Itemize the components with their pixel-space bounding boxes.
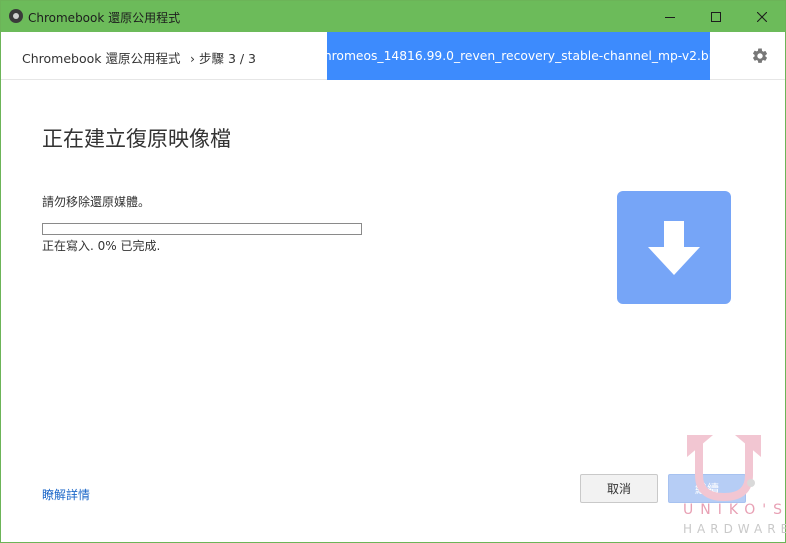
chromebook-recovery-icon bbox=[9, 9, 23, 23]
download-arrow-icon bbox=[648, 220, 700, 275]
app-window: Chromebook 還原公用程式 Chromebook 還原公用程式 › 步驟… bbox=[0, 0, 786, 543]
header-title: Chromebook 還原公用程式 bbox=[22, 51, 181, 66]
close-icon bbox=[757, 11, 767, 22]
progress-status: 正在寫入. 0% 已完成. bbox=[42, 239, 161, 253]
watermark-text-hardware: HARDWARE bbox=[683, 522, 786, 536]
watermark-text-uniko: UNIKO'S bbox=[683, 502, 786, 518]
close-button[interactable] bbox=[739, 1, 785, 32]
progress-bar bbox=[42, 223, 362, 235]
gear-icon[interactable] bbox=[751, 47, 769, 65]
title-bar[interactable]: Chromebook 還原公用程式 bbox=[1, 1, 785, 32]
minimize-icon bbox=[665, 16, 675, 18]
selected-image-filename: chromeos_14816.99.0_reven_recovery_stabl… bbox=[327, 32, 710, 80]
step-indicator: › 步驟 3 / 3 bbox=[190, 51, 257, 66]
filename-text: chromeos_14816.99.0_reven_recovery_stabl… bbox=[327, 49, 710, 63]
maximize-button[interactable] bbox=[693, 1, 739, 32]
learn-more-link[interactable]: 瞭解詳情 bbox=[42, 486, 90, 503]
minimize-button[interactable] bbox=[647, 1, 693, 32]
download-illustration bbox=[617, 191, 731, 304]
watermark-logo-icon bbox=[687, 435, 761, 502]
window-title: Chromebook 還原公用程式 bbox=[28, 11, 181, 25]
do-not-remove-warning: 請勿移除還原媒體。 bbox=[42, 195, 151, 209]
header-bar: Chromebook 還原公用程式 › 步驟 3 / 3 chromeos_14… bbox=[1, 32, 785, 80]
page-title: 正在建立復原映像檔 bbox=[42, 127, 231, 151]
cancel-button[interactable]: 取消 bbox=[580, 474, 658, 503]
maximize-icon bbox=[711, 11, 721, 22]
